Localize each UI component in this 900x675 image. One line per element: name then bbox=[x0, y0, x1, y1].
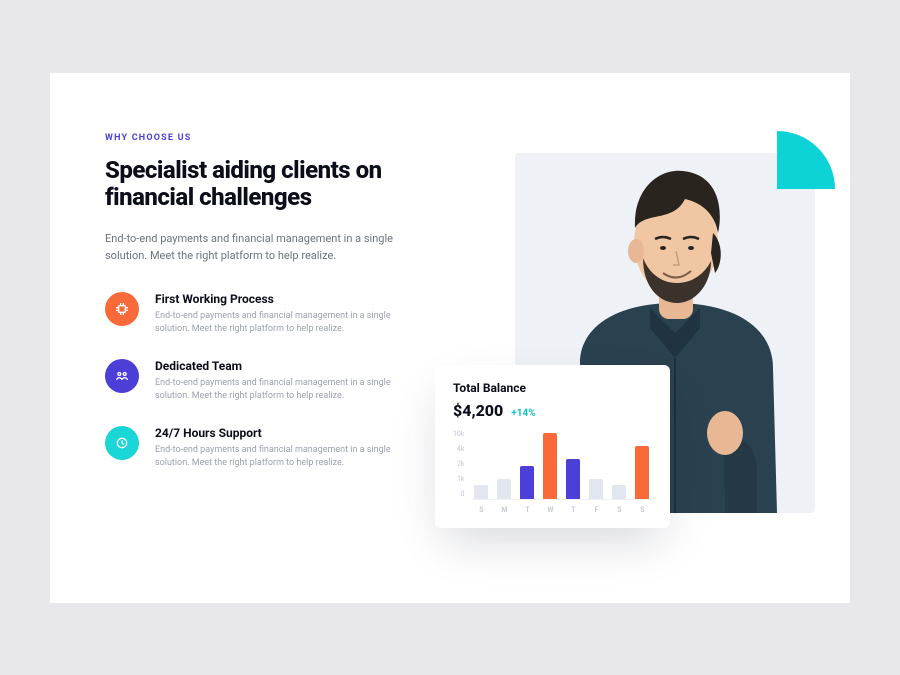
chart-bars-column: SMTWTFSS bbox=[472, 430, 652, 514]
chart-y-axis: 10k 4k 2k 1k 0 bbox=[453, 430, 464, 500]
feature-body: First Working Process End-to-end payment… bbox=[155, 292, 405, 337]
y-tick: 1k bbox=[457, 475, 464, 483]
x-tick: W bbox=[543, 506, 557, 514]
y-tick: 4k bbox=[457, 445, 464, 453]
feature-body: 24/7 Hours Support End-to-end payments a… bbox=[155, 426, 405, 471]
x-tick: F bbox=[589, 506, 603, 514]
feature-text: End-to-end payments and financial manage… bbox=[155, 310, 405, 337]
feature-item: Dedicated Team End-to-end payments and f… bbox=[105, 359, 445, 404]
eyebrow-label: WHY CHOOSE US bbox=[105, 133, 445, 143]
chart-bar bbox=[474, 485, 488, 498]
chart-x-axis: SMTWTFSS bbox=[472, 500, 652, 514]
chart-bar bbox=[543, 433, 557, 499]
feature-title: 24/7 Hours Support bbox=[155, 426, 405, 440]
x-tick: M bbox=[497, 506, 511, 514]
feature-title: Dedicated Team bbox=[155, 359, 405, 373]
x-tick: T bbox=[566, 506, 580, 514]
x-tick: T bbox=[520, 506, 534, 514]
balance-amount-row: $4,200 +14% bbox=[453, 401, 652, 420]
chart-bars bbox=[472, 430, 652, 500]
team-icon bbox=[105, 359, 139, 393]
y-tick: 0 bbox=[460, 490, 464, 498]
balance-chart: 10k 4k 2k 1k 0 S M T W T F S S bbox=[453, 430, 652, 514]
feature-text: End-to-end payments and financial manage… bbox=[155, 444, 405, 471]
x-tick: S bbox=[612, 506, 626, 514]
balance-delta: +14% bbox=[511, 408, 535, 419]
chart-bar bbox=[520, 466, 534, 499]
feature-item: First Working Process End-to-end payment… bbox=[105, 292, 445, 337]
chart-bar bbox=[612, 485, 626, 498]
landing-section: WHY CHOOSE US Specialist aiding clients … bbox=[50, 73, 850, 603]
chart-bar bbox=[589, 479, 603, 499]
x-tick: S bbox=[474, 506, 488, 514]
subheading: End-to-end payments and financial manage… bbox=[105, 230, 395, 264]
y-tick: 2k bbox=[457, 460, 464, 468]
feature-body: Dedicated Team End-to-end payments and f… bbox=[155, 359, 405, 404]
page-title: Specialist aiding clients on financial c… bbox=[105, 157, 445, 212]
x-tick: S bbox=[635, 506, 649, 514]
balance-widget: Total Balance $4,200 +14% 10k 4k 2k 1k 0… bbox=[435, 365, 670, 528]
chart-bar bbox=[566, 459, 580, 499]
chip-icon bbox=[105, 292, 139, 326]
balance-amount: $4,200 bbox=[453, 401, 503, 420]
feature-item: 24/7 Hours Support End-to-end payments a… bbox=[105, 426, 445, 471]
feature-title: First Working Process bbox=[155, 292, 405, 306]
content-column: WHY CHOOSE US Specialist aiding clients … bbox=[105, 133, 445, 603]
support-icon bbox=[105, 426, 139, 460]
balance-title: Total Balance bbox=[453, 381, 652, 395]
y-tick: 10k bbox=[453, 430, 464, 438]
chart-bar bbox=[497, 479, 511, 499]
chart-bar bbox=[635, 446, 649, 499]
feature-text: End-to-end payments and financial manage… bbox=[155, 377, 405, 404]
hero-visual: Total Balance $4,200 +14% 10k 4k 2k 1k 0… bbox=[475, 153, 815, 573]
